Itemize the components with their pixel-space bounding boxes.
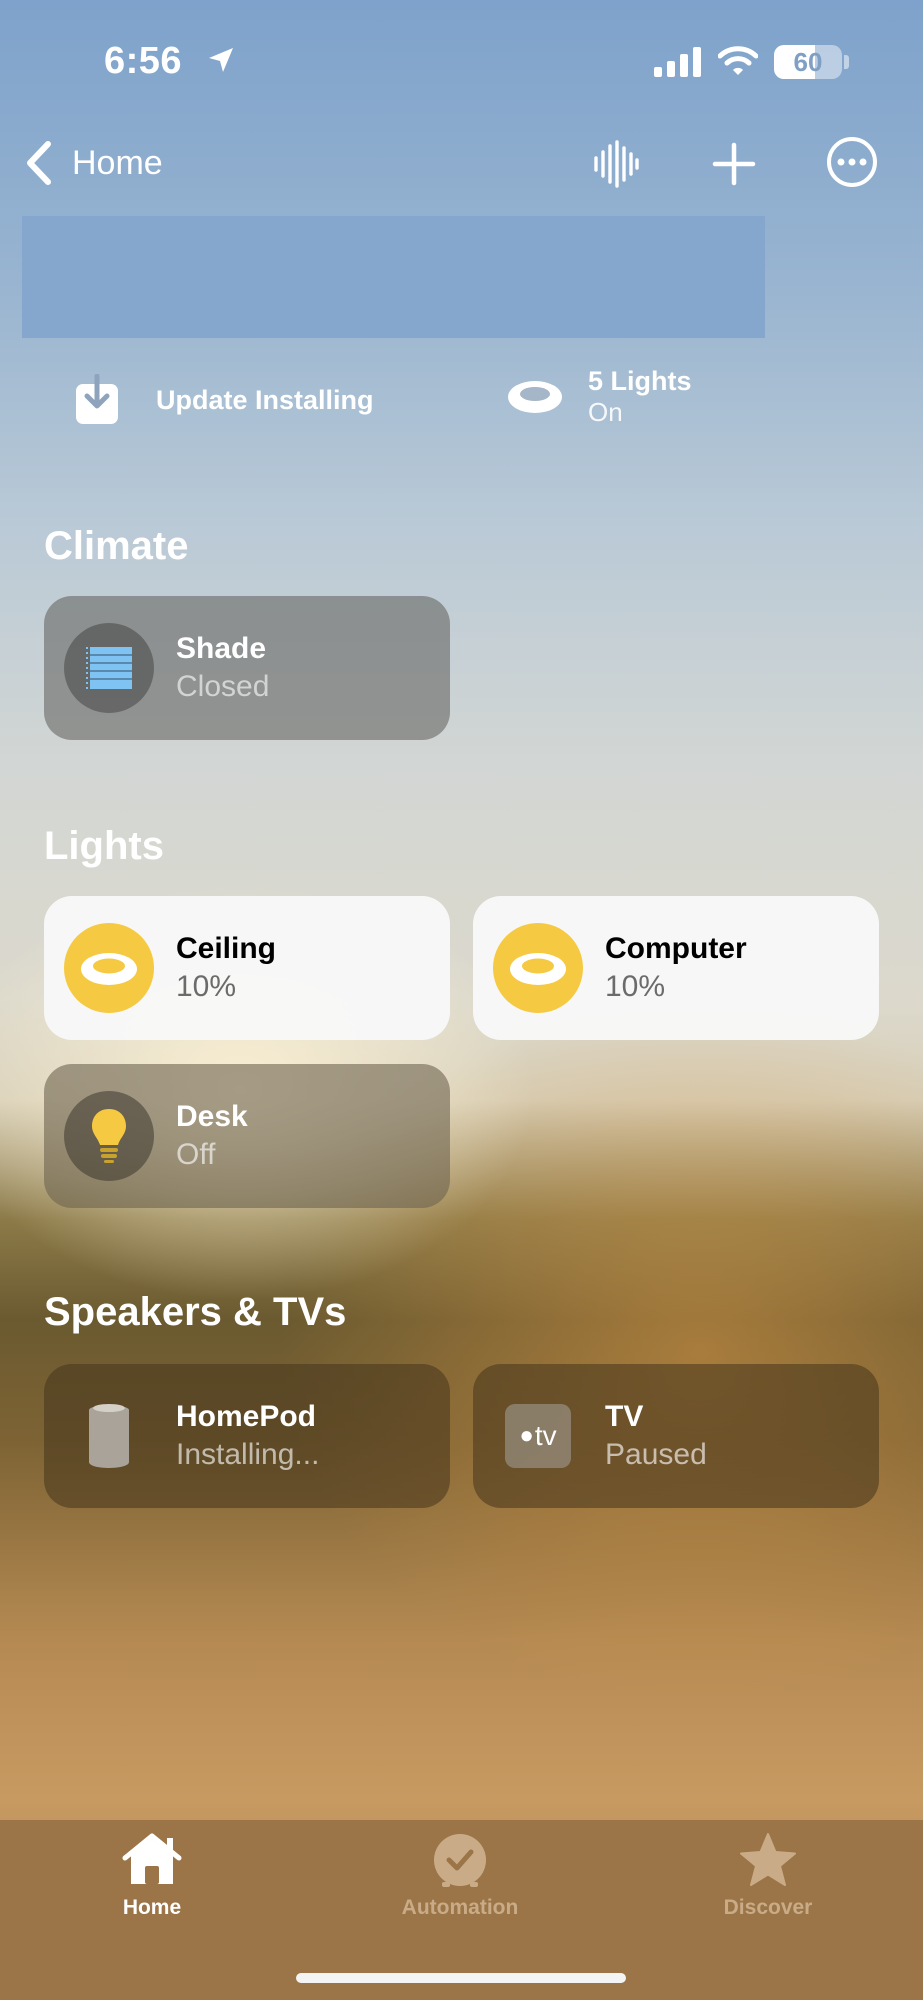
tile-name: HomePod (176, 1400, 317, 1433)
tab-automation[interactable]: Automation (360, 1832, 560, 1920)
light-bulb-icon (92, 1109, 126, 1163)
tile-homepod[interactable]: HomePod Installing... (44, 1364, 450, 1508)
chevron-left-icon (27, 141, 51, 185)
ceiling-light-icon (510, 953, 566, 985)
tile-name: Computer (605, 932, 747, 965)
tile-name: Ceiling (176, 932, 277, 965)
window-shade-icon (86, 647, 132, 689)
tile-icon (493, 923, 583, 1013)
update-status-title: Update Installing (156, 384, 374, 415)
battery-nub (844, 55, 849, 69)
clock-check-icon (434, 1834, 486, 1887)
battery-level: 60 (793, 47, 823, 77)
apple-tv-icon: ● tv (505, 1404, 571, 1468)
add-button[interactable] (706, 136, 762, 192)
lights-summary-button[interactable]: 5 Lights On (506, 366, 692, 428)
tile-name: Desk (176, 1100, 248, 1133)
update-status-button[interactable]: Update Installing (74, 374, 374, 426)
ceiling-light-icon (508, 381, 562, 413)
tab-discover[interactable]: Discover (668, 1832, 868, 1920)
section-title-speakers: Speakers & TVs (44, 1290, 347, 1334)
lights-summary-title: 5 Lights (588, 366, 692, 396)
tile-status: Closed (176, 670, 270, 703)
tile-tv[interactable]: ● tv TV Paused (473, 1364, 879, 1508)
battery-indicator: 60 (774, 45, 842, 79)
house-icon (122, 1833, 182, 1884)
wifi-icon (718, 46, 758, 75)
tile-status: Installing... (176, 1438, 320, 1471)
waveform-icon (594, 140, 639, 188)
download-tray-icon (76, 374, 118, 424)
back-button[interactable]: Home (24, 138, 163, 188)
location-arrow-icon (209, 48, 233, 72)
tab-home[interactable]: Home (52, 1832, 252, 1920)
apple-logo-icon: ● (519, 1422, 534, 1449)
plus-icon (712, 142, 756, 186)
tile-status: Paused (605, 1438, 707, 1471)
tab-label: Automation (401, 1896, 519, 1919)
tv-icon-label: tv (534, 1420, 557, 1451)
tile-icon (64, 923, 154, 1013)
tab-label: Discover (723, 1896, 813, 1919)
tile-icon: ● tv (493, 1391, 583, 1481)
tile-name: Shade (176, 632, 267, 665)
star-icon (740, 1833, 796, 1886)
tile-status: 10% (605, 970, 666, 1003)
status-time: 6:56 (104, 40, 183, 82)
intercom-button[interactable] (588, 136, 644, 192)
ceiling-light-icon (81, 953, 137, 985)
lights-summary-subtitle: On (588, 397, 623, 427)
tile-icon (64, 1091, 154, 1181)
tile-status: 10% (176, 970, 237, 1003)
tile-computer[interactable]: Computer 10% (473, 896, 879, 1040)
tile-status: Off (176, 1138, 216, 1171)
homepod-icon (89, 1404, 129, 1468)
section-title-climate: Climate (44, 524, 189, 568)
back-button-label: Home (72, 143, 163, 182)
tile-name: TV (605, 1400, 644, 1433)
cellular-signal-icon (654, 47, 701, 77)
tab-label: Home (122, 1896, 182, 1919)
tile-shade[interactable]: Shade Closed (44, 596, 450, 740)
section-title-lights: Lights (44, 824, 164, 868)
home-indicator (296, 1973, 626, 1983)
tile-icon (64, 1391, 154, 1481)
tile-icon (64, 623, 154, 713)
more-button[interactable] (824, 134, 880, 190)
ellipsis-circle-icon (827, 137, 877, 187)
tile-ceiling[interactable]: Ceiling 10% (44, 896, 450, 1040)
tile-desk[interactable]: Desk Off (44, 1064, 450, 1208)
redacted-header (22, 216, 765, 338)
